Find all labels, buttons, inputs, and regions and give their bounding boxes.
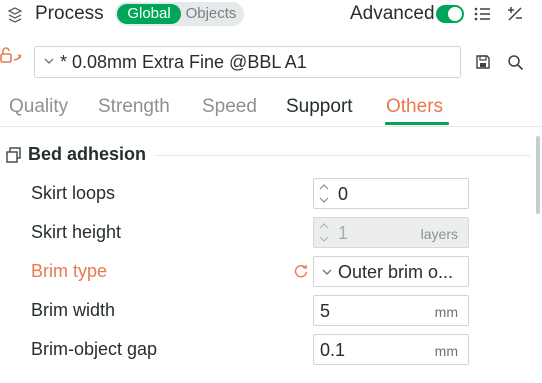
scope-switch[interactable]: Global Objects <box>115 2 244 26</box>
advanced-label: Advanced <box>350 3 435 24</box>
tab-quality[interactable]: Quality <box>9 96 68 118</box>
skirt-height-value: 1 <box>338 223 349 243</box>
advanced-toggle[interactable] <box>436 5 464 23</box>
active-tab-indicator <box>385 122 449 125</box>
brim-width-unit: mm <box>434 304 458 320</box>
brim-gap-label: Brim-object gap <box>31 339 158 359</box>
compare-icon[interactable] <box>506 5 524 23</box>
tab-support[interactable]: Support <box>286 96 353 118</box>
tab-speed[interactable]: Speed <box>202 96 257 118</box>
search-icon[interactable] <box>507 54 524 71</box>
global-segment[interactable]: Global <box>117 4 181 24</box>
section-title: Bed adhesion <box>28 144 147 164</box>
list-icon[interactable] <box>474 6 492 22</box>
chevron-down-icon <box>322 269 332 275</box>
preset-name: * 0.08mm Extra Fine @BBL A1 <box>60 52 307 72</box>
process-icon <box>7 7 23 23</box>
brim-type-label: Brim type <box>31 261 108 281</box>
reset-icon[interactable] <box>293 263 309 279</box>
brim-gap-value: 0.1 <box>320 340 346 360</box>
brim-gap-unit: mm <box>434 343 458 359</box>
skirt-loops-value: 0 <box>338 184 349 204</box>
brim-width-field[interactable]: 5 mm <box>313 295 469 326</box>
save-icon[interactable] <box>475 54 491 70</box>
page-title: Process <box>35 3 104 24</box>
skirt-loops-label: Skirt loops <box>31 183 116 203</box>
process-header: Process Global Objects Advanced <box>0 0 542 28</box>
tab-strength[interactable]: Strength <box>98 96 170 118</box>
preset-selector[interactable]: * 0.08mm Extra Fine @BBL A1 <box>34 46 461 78</box>
chevron-down-icon <box>44 58 54 64</box>
brim-width-value: 5 <box>320 301 331 321</box>
section-divider <box>155 155 530 156</box>
brim-width-label: Brim width <box>31 300 116 320</box>
skirt-height-label: Skirt height <box>31 222 122 242</box>
skirt-height-unit: layers <box>420 226 458 242</box>
brim-type-value: Outer brim o... <box>338 262 454 282</box>
settings-tabs: Quality Strength Speed Support Others <box>0 96 542 126</box>
tab-others[interactable]: Others <box>386 96 443 118</box>
skirt-height-field[interactable]: 1 layers <box>313 217 469 248</box>
objects-segment[interactable]: Objects <box>181 4 241 24</box>
spin-icon <box>319 223 329 242</box>
skirt-loops-field[interactable]: 0 <box>313 178 469 209</box>
spin-icon[interactable] <box>317 181 331 206</box>
scrollbar[interactable] <box>536 136 540 214</box>
brim-gap-field[interactable]: 0.1 mm <box>313 334 469 365</box>
section-icon <box>6 147 21 163</box>
link-icon[interactable] <box>0 46 24 68</box>
tabs-divider <box>0 126 542 127</box>
brim-type-dropdown[interactable]: Outer brim o... <box>313 256 469 287</box>
